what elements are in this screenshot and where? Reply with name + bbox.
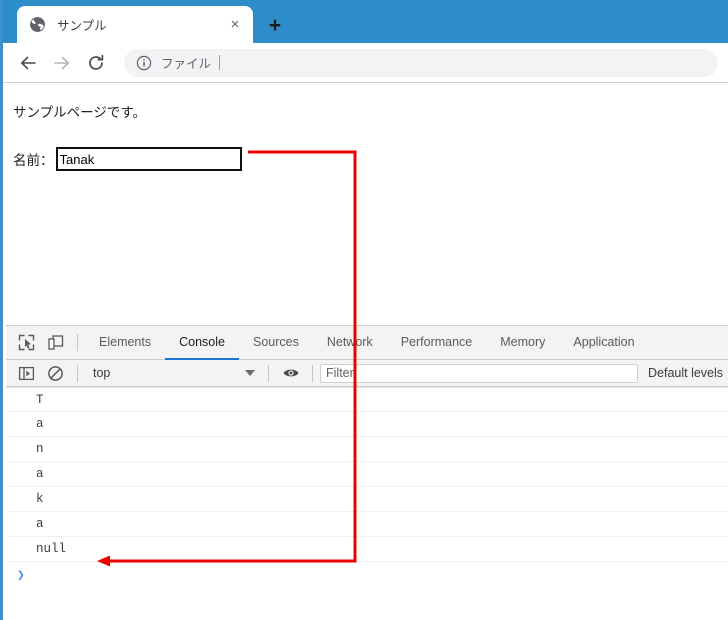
console-levels-select[interactable]: Default levels xyxy=(648,366,723,380)
address-bar-text: ファイル xyxy=(161,57,212,71)
page-viewport: サンプルページです。 名前： xyxy=(3,83,728,329)
console-message: T xyxy=(6,387,728,412)
live-expression-button[interactable] xyxy=(276,364,305,382)
clear-console-icon xyxy=(48,365,63,381)
tab-memory[interactable]: Memory xyxy=(486,326,559,360)
console-output: T a n a k a null ❯ xyxy=(6,387,728,620)
console-toolbar: top Default levels xyxy=(6,360,728,387)
tab-strip: サンプル × + xyxy=(3,0,728,43)
console-context-select[interactable]: top xyxy=(85,363,261,384)
console-toolbar-divider-1 xyxy=(77,364,78,382)
arrow-left-icon xyxy=(21,56,36,69)
console-toolbar-divider-3 xyxy=(312,364,313,382)
name-label: 名前： xyxy=(13,153,54,168)
console-input-prompt[interactable]: ❯ xyxy=(6,562,728,588)
reload-button[interactable] xyxy=(81,48,111,78)
tab-network[interactable]: Network xyxy=(313,326,387,360)
browser-toolbar: ファイル xyxy=(3,43,728,83)
tab-sources[interactable]: Sources xyxy=(239,326,313,360)
globe-icon xyxy=(30,17,45,32)
console-context-label: top xyxy=(93,366,111,380)
console-message: n xyxy=(6,437,728,462)
address-bar[interactable]: ファイル xyxy=(124,48,718,77)
chevron-down-icon xyxy=(245,370,255,376)
inspect-element-button[interactable] xyxy=(12,326,41,359)
console-filter-input[interactable] xyxy=(320,363,638,383)
tab-application[interactable]: Application xyxy=(559,326,648,360)
new-tab-button[interactable]: + xyxy=(262,12,288,38)
console-message: a xyxy=(6,462,728,487)
tab-console[interactable]: Console xyxy=(165,326,239,360)
tab-performance[interactable]: Performance xyxy=(387,326,487,360)
name-form-row: 名前： xyxy=(13,147,728,171)
console-message-null: null xyxy=(6,537,728,562)
devtools-tabbar: Elements Console Sources Network Perform… xyxy=(6,326,728,360)
clear-console-button[interactable] xyxy=(41,365,70,382)
console-message: a xyxy=(6,512,728,537)
arrow-right-icon xyxy=(54,56,69,69)
device-toolbar-button[interactable] xyxy=(41,326,70,359)
address-bar-caret xyxy=(219,55,221,70)
info-circle-icon xyxy=(136,55,152,70)
browser-window: サンプル × + ファイル サンプルページです。 名前： Tanak Eleme… xyxy=(0,0,728,620)
name-input[interactable] xyxy=(55,147,242,171)
forward-button[interactable] xyxy=(47,48,77,78)
console-message: a xyxy=(6,412,728,437)
live-expression-eye-icon xyxy=(283,369,298,377)
console-message: k xyxy=(6,487,728,512)
device-toolbar-icon xyxy=(48,335,64,350)
console-sidebar-icon xyxy=(18,366,35,380)
reload-icon xyxy=(89,54,104,70)
devtools-panel: Elements Console Sources Network Perform… xyxy=(6,325,728,620)
page-paragraph: サンプルページです。 xyxy=(13,105,146,120)
close-icon[interactable]: × xyxy=(225,15,245,35)
back-button[interactable] xyxy=(13,48,43,78)
browser-tab[interactable]: サンプル × xyxy=(17,6,253,43)
tab-title: サンプル xyxy=(57,19,107,33)
inspect-element-icon xyxy=(18,334,35,351)
console-toolbar-divider-2 xyxy=(268,364,269,382)
prompt-chevron-icon: ❯ xyxy=(17,567,25,583)
console-sidebar-button[interactable] xyxy=(12,365,41,382)
tab-elements[interactable]: Elements xyxy=(85,326,165,360)
toolbar-divider xyxy=(77,334,78,351)
